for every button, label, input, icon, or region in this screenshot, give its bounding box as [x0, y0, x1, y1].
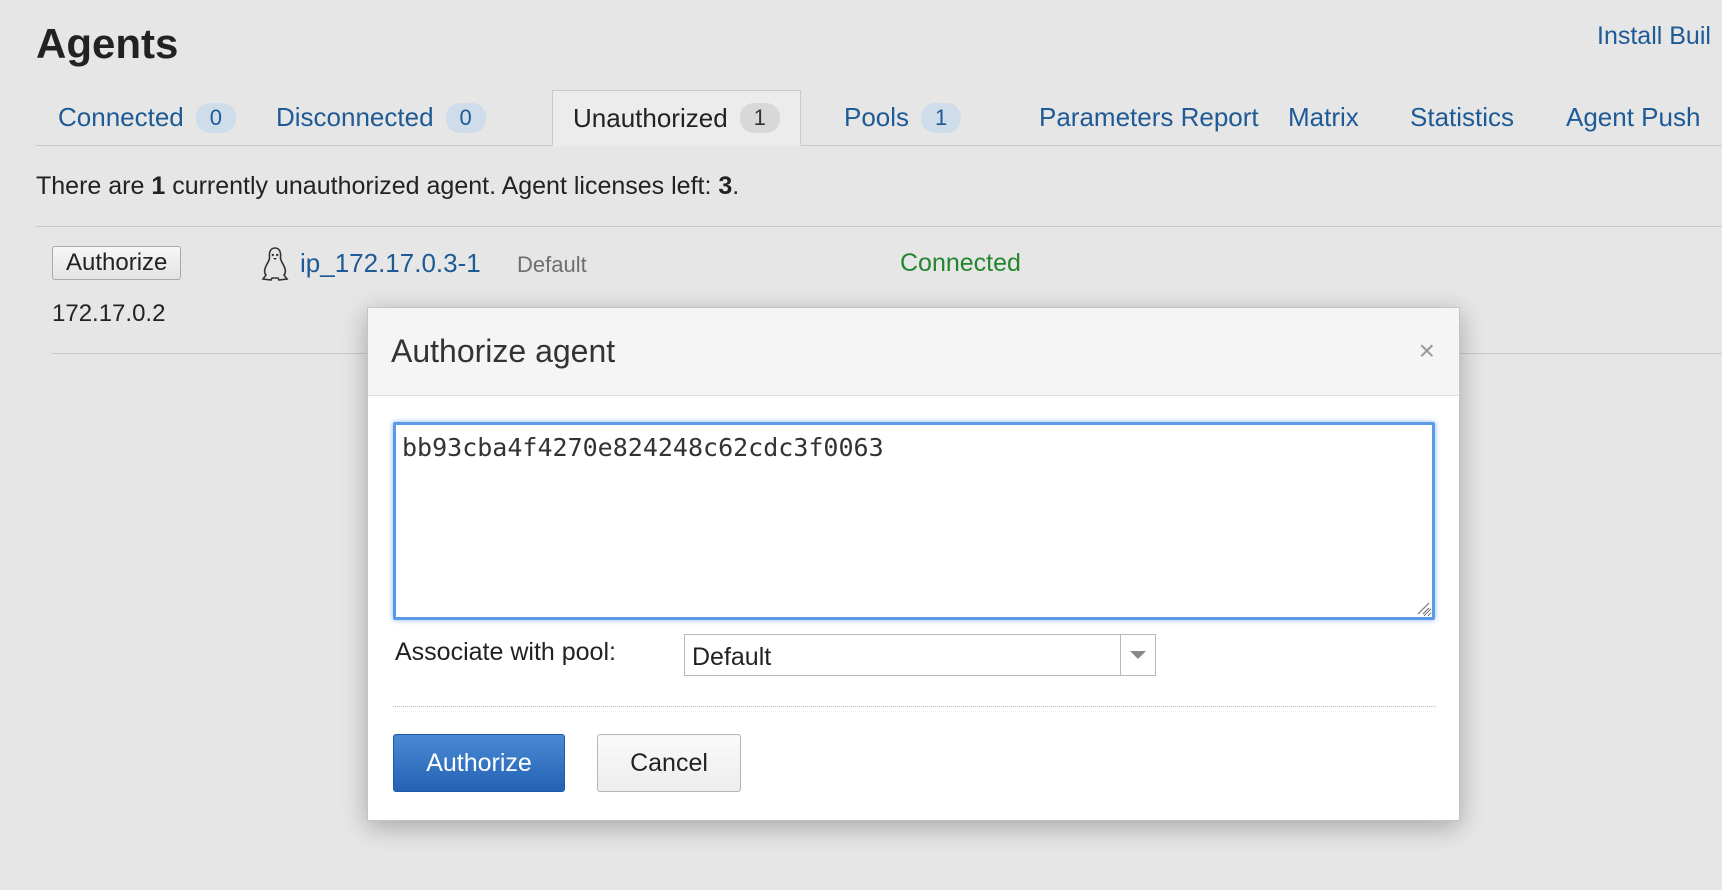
- unauthorized-summary: There are 1 currently unauthorized agent…: [36, 172, 739, 201]
- count-badge: 1: [739, 103, 780, 133]
- agent-pool: Default: [517, 252, 587, 277]
- count-badge: 1: [921, 102, 962, 133]
- authorize-agent-dialog: Authorize agent × bb93cba4f4270e824248c6…: [367, 307, 1460, 821]
- resize-handle-icon[interactable]: [1416, 601, 1430, 615]
- tab-label: Statistics: [1410, 102, 1515, 132]
- tab-agent-push[interactable]: Agent Push: [1544, 90, 1722, 145]
- count-badge: 0: [445, 102, 486, 133]
- tab-label: Unauthorized: [573, 102, 728, 133]
- dialog-title: Authorize agent: [391, 333, 616, 369]
- tab-label: Agent Push: [1566, 102, 1701, 132]
- dialog-header: Authorize agent ×: [368, 308, 1459, 396]
- dialog-authorize-button[interactable]: Authorize: [393, 734, 565, 792]
- agent-status: Connected: [900, 249, 1021, 277]
- agent-name-link[interactable]: ip_172.17.0.3-1: [300, 248, 481, 279]
- count-badge: 0: [195, 102, 237, 133]
- agent-ip: 172.17.0.2: [52, 300, 166, 327]
- pool-select-value: Default: [692, 643, 772, 671]
- summary-prefix: There are: [36, 172, 152, 200]
- tab-pools[interactable]: Pools 1: [822, 90, 983, 145]
- unauthorized-count: 1: [151, 172, 166, 200]
- linux-tux-icon: [261, 247, 289, 281]
- tab-matrix[interactable]: Matrix: [1266, 90, 1381, 145]
- tab-label: Matrix: [1288, 102, 1359, 132]
- tab-label: Connected: [58, 102, 184, 132]
- summary-suffix: .: [732, 172, 740, 200]
- tab-parameters-report[interactable]: Parameters Report: [1017, 90, 1281, 145]
- pool-label: Associate with pool:: [395, 638, 616, 666]
- tab-connected[interactable]: Connected 0: [36, 90, 258, 145]
- authorize-agent-button[interactable]: Authorize: [52, 246, 182, 280]
- authorize-comment-input[interactable]: bb93cba4f4270e824248c62cdc3f0063: [393, 422, 1435, 620]
- triangle-down-icon: [1130, 651, 1146, 659]
- install-build-agents-link[interactable]: Install Buil: [1597, 22, 1711, 51]
- tab-unauthorized[interactable]: Unauthorized 1: [552, 90, 801, 146]
- tab-label: Disconnected: [276, 102, 434, 132]
- tab-label: Parameters Report: [1039, 102, 1259, 132]
- dialog-separator: [393, 706, 1436, 707]
- tab-statistics[interactable]: Statistics: [1388, 90, 1536, 145]
- agents-tabs: Connected 0 Disconnected 0 Unauthorized …: [36, 90, 1722, 146]
- dropdown-arrow-icon[interactable]: [1120, 635, 1155, 675]
- close-icon[interactable]: ×: [1419, 335, 1435, 367]
- tab-disconnected[interactable]: Disconnected 0: [254, 90, 508, 145]
- tab-label: Pools: [844, 102, 910, 132]
- dialog-cancel-button[interactable]: Cancel: [597, 734, 741, 792]
- summary-middle: currently unauthorized agent. Agent lice…: [165, 172, 719, 200]
- pool-select[interactable]: Default: [684, 634, 1156, 676]
- page-title: Agents: [36, 20, 179, 67]
- licenses-left-count: 3: [718, 172, 733, 200]
